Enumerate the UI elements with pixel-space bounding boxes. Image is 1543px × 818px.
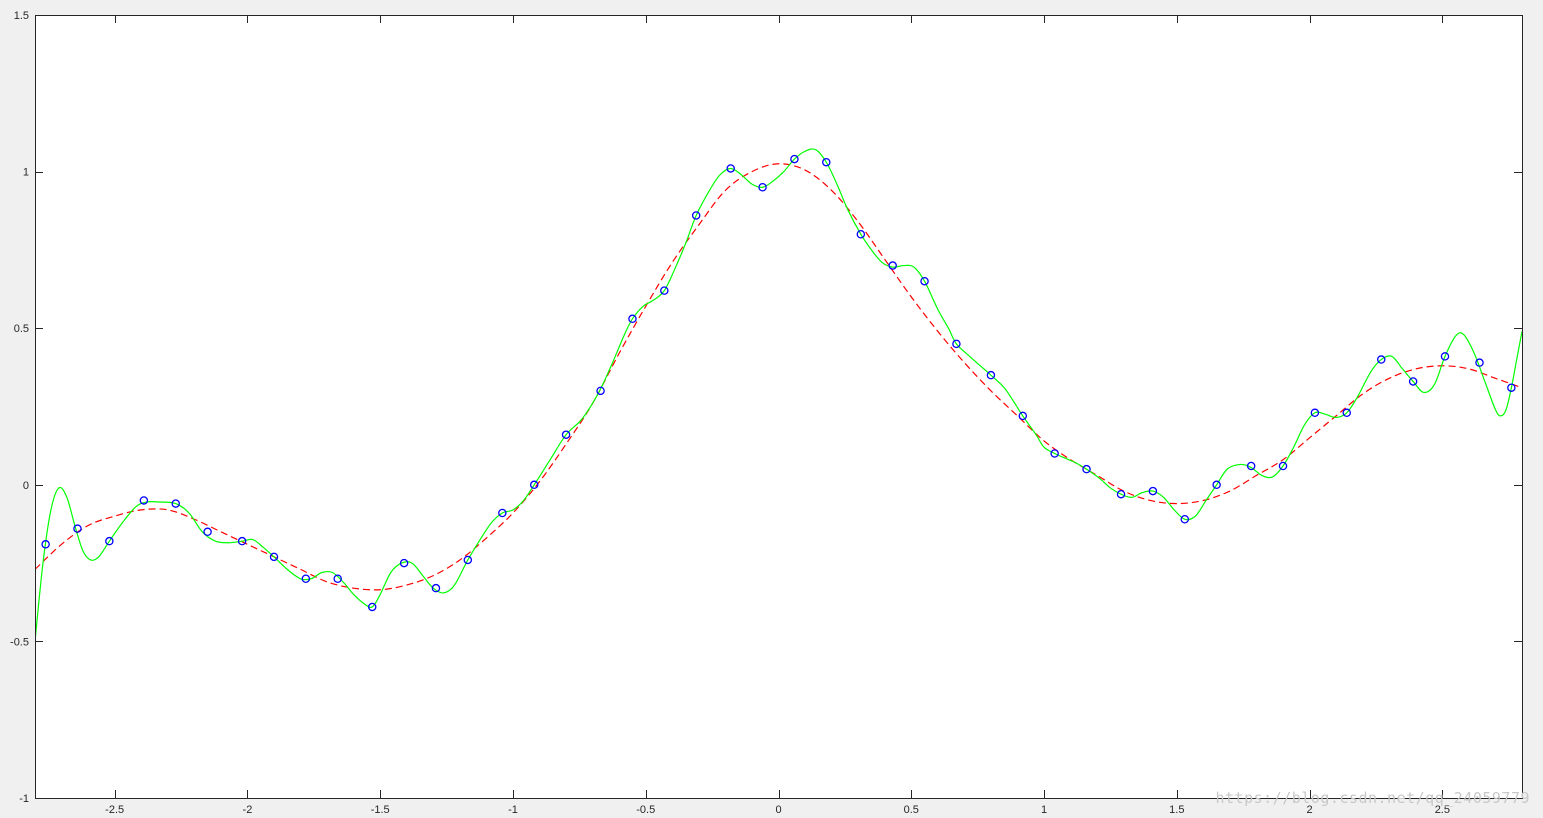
figure: -2.5 -2 -1.5 -1 -0.5 0 0.5 1 1.5 2 2.5-1-0.500.511… — [0, 0, 1543, 818]
axes-area — [35, 15, 1522, 798]
x-tick-label: -1.5 — [371, 804, 390, 816]
watermark-text: https://blog.csdn.net/qq_24059779 — [1215, 789, 1530, 807]
x-tick-label: -0.5 — [636, 804, 655, 816]
x-tick-label: 0 — [775, 804, 781, 816]
x-tick-label: 0.5 — [904, 804, 919, 816]
x-tick-label: -1 — [508, 804, 518, 816]
y-tick-label: -1 — [19, 793, 29, 805]
y-tick-label: 1 — [23, 167, 29, 179]
x-tick-label: 1 — [1041, 804, 1047, 816]
y-tick-label: 1.5 — [14, 10, 29, 22]
x-tick-label: -2.5 — [105, 804, 124, 816]
x-tick-label: -2 — [243, 804, 253, 816]
y-tick-label: 0 — [23, 480, 29, 492]
x-tick-label: 1.5 — [1169, 804, 1184, 816]
y-tick-label: -0.5 — [10, 636, 29, 648]
y-tick-label: 0.5 — [14, 323, 29, 335]
